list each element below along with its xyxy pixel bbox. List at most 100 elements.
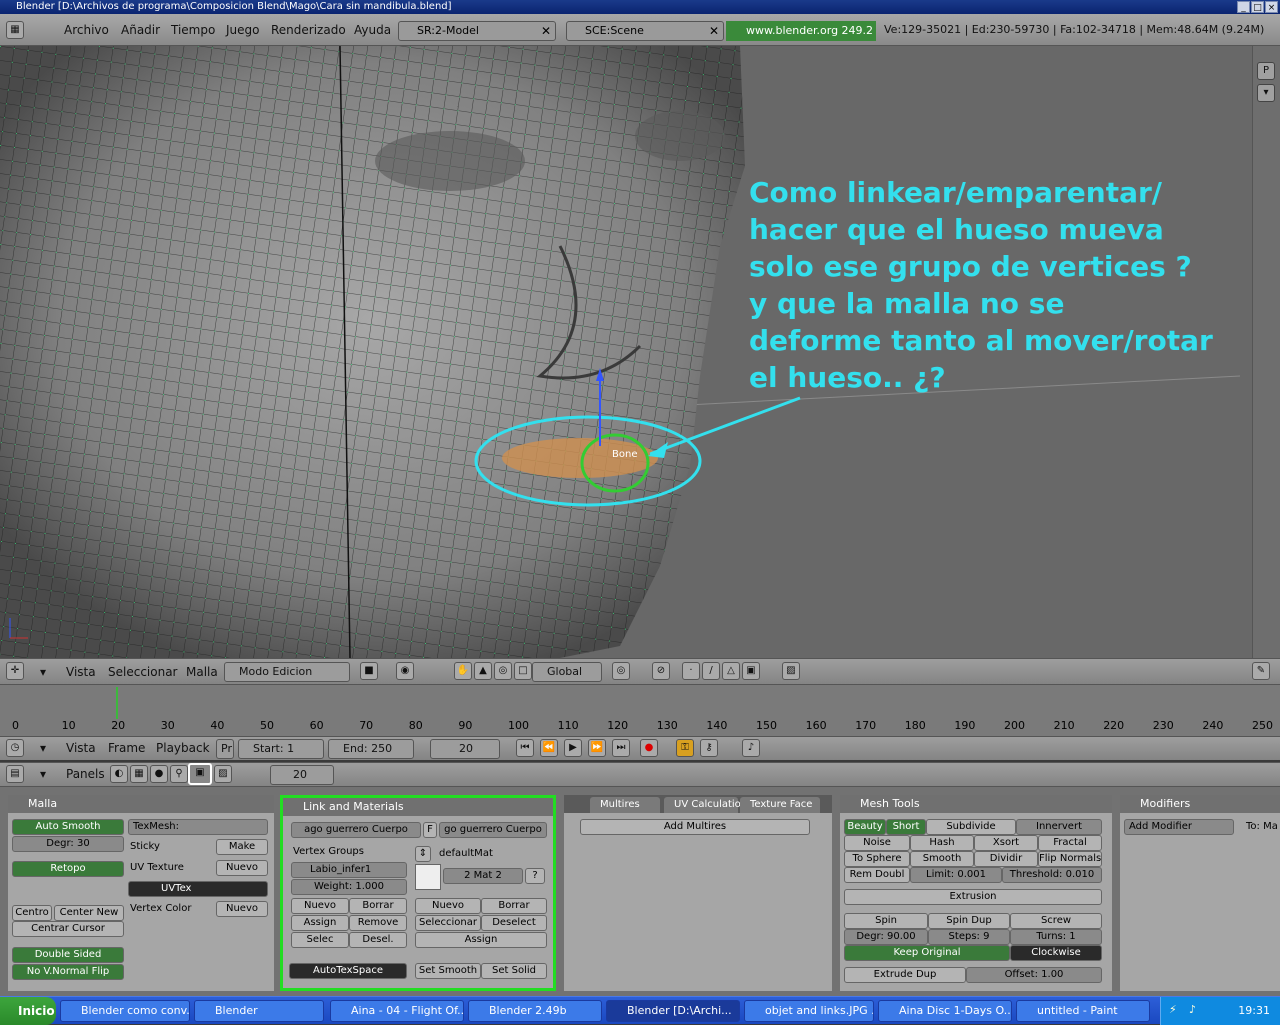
jump-start-icon[interactable]: ⏮ bbox=[516, 739, 534, 757]
spin-degr-field[interactable]: Degr: 90.00 bbox=[844, 929, 928, 945]
mode-dropdown[interactable]: Modo Edicion bbox=[224, 662, 350, 682]
menu-vista[interactable]: Vista bbox=[66, 741, 96, 755]
beauty-toggle[interactable]: Beauty bbox=[844, 819, 886, 835]
keying-set-icon[interactable]: ⚿ bbox=[676, 739, 694, 757]
to-sphere-button[interactable]: To Sphere bbox=[844, 851, 910, 867]
volume-icon[interactable]: ♪ bbox=[1189, 1003, 1196, 1016]
blender-url[interactable]: www.blender.org 249.2 bbox=[726, 21, 876, 41]
task-item[interactable]: Blender bbox=[194, 1000, 324, 1022]
key-icon[interactable]: ⚷ bbox=[700, 739, 718, 757]
logic-icon[interactable]: ◐ bbox=[110, 765, 128, 783]
degr-field[interactable]: Degr: 30 bbox=[12, 836, 124, 852]
audio-icon[interactable]: ♪ bbox=[742, 739, 760, 757]
panel-title[interactable]: Modifiers bbox=[1120, 795, 1280, 813]
menu-archivo[interactable]: Archivo bbox=[64, 23, 109, 37]
task-item[interactable]: Aina - 04 - Flight Of... bbox=[330, 1000, 464, 1022]
smooth-button[interactable]: Smooth bbox=[910, 851, 974, 867]
preview-range-toggle[interactable]: Pr bbox=[216, 739, 234, 759]
vgroup-remove-button[interactable]: Remove bbox=[349, 915, 407, 931]
menu-malla[interactable]: Malla bbox=[186, 665, 218, 679]
play-icon[interactable]: ▶ bbox=[564, 739, 582, 757]
screen-selector[interactable]: SR:2-Model ✕ bbox=[398, 21, 556, 41]
noise-button[interactable]: Noise bbox=[844, 835, 910, 851]
turns-field[interactable]: Turns: 1 bbox=[1010, 929, 1102, 945]
network-icon[interactable]: ⚡ bbox=[1169, 1003, 1177, 1016]
short-toggle[interactable]: Short bbox=[886, 819, 926, 835]
make-button[interactable]: Make bbox=[216, 839, 268, 855]
3d-viewport[interactable]: Bone Como linkear/emparentar/ hacer que … bbox=[0, 46, 1280, 658]
add-modifier-dropdown[interactable]: Add Modifier bbox=[1124, 819, 1234, 835]
material-select-button[interactable]: Seleccionar bbox=[415, 915, 481, 931]
uvtex-field[interactable]: UVTex bbox=[128, 881, 268, 897]
panel-title[interactable]: Link and Materials bbox=[283, 798, 553, 816]
manipulator-hand-icon[interactable]: ✋ bbox=[454, 662, 472, 680]
menu-playback[interactable]: Playback bbox=[156, 741, 210, 755]
script-icon[interactable]: ▦ bbox=[130, 765, 148, 783]
collapse-icon[interactable]: ▾ bbox=[40, 741, 46, 755]
vgroup-assign-button[interactable]: Assign bbox=[291, 915, 349, 931]
material-delete-button[interactable]: Borrar bbox=[481, 898, 547, 914]
pivot-icon[interactable]: ◉ bbox=[396, 662, 414, 680]
panel-title[interactable]: Malla bbox=[8, 795, 274, 813]
set-smooth-button[interactable]: Set Smooth bbox=[415, 963, 481, 979]
steps-field[interactable]: Steps: 9 bbox=[928, 929, 1010, 945]
translate-icon[interactable]: ▲ bbox=[474, 662, 492, 680]
add-multires-button[interactable]: Add Multires bbox=[580, 819, 810, 835]
material-assign-button[interactable]: Assign bbox=[415, 932, 547, 948]
close-button[interactable]: × bbox=[1265, 1, 1278, 13]
offset-field[interactable]: Offset: 1.00 bbox=[966, 967, 1102, 983]
task-item[interactable]: objet and links.JPG ... bbox=[744, 1000, 874, 1022]
start-button[interactable]: Inicio bbox=[0, 997, 56, 1025]
screw-button[interactable]: Screw bbox=[1010, 913, 1102, 929]
xsort-button[interactable]: Xsort bbox=[974, 835, 1038, 851]
auto-smooth-toggle[interactable]: Auto Smooth bbox=[12, 819, 124, 835]
vgroup-delete-button[interactable]: Borrar bbox=[349, 898, 407, 914]
centro-button[interactable]: Centro bbox=[12, 905, 52, 921]
menu-juego[interactable]: Juego bbox=[226, 23, 260, 37]
tab-uv-calculation[interactable]: UV Calculation bbox=[664, 797, 747, 813]
menu-ayuda[interactable]: Ayuda bbox=[354, 23, 391, 37]
centrar-cursor-button[interactable]: Centrar Cursor bbox=[12, 921, 124, 937]
object-datablock-field[interactable]: go guerrero Cuerpo bbox=[439, 822, 547, 838]
close-icon[interactable]: ✕ bbox=[539, 23, 553, 39]
maximize-button[interactable]: □ bbox=[1251, 1, 1264, 13]
keep-original-toggle[interactable]: Keep Original bbox=[844, 945, 1010, 961]
jump-end-icon[interactable]: ⏭ bbox=[612, 739, 630, 757]
material-deselect-button[interactable]: Deselect bbox=[481, 915, 547, 931]
material-help-button[interactable]: ? bbox=[525, 868, 545, 884]
weight-field[interactable]: Weight: 1.000 bbox=[291, 879, 407, 895]
vertex-color-new-button[interactable]: Nuevo bbox=[216, 901, 268, 917]
material-swatch[interactable] bbox=[415, 864, 441, 890]
object-icon[interactable]: ⚲ bbox=[170, 765, 188, 783]
threshold-field[interactable]: Threshold: 0.010 bbox=[1002, 867, 1102, 883]
menu-vista[interactable]: Vista bbox=[66, 665, 96, 679]
rem-doubles-button[interactable]: Rem Doubl bbox=[844, 867, 910, 883]
material-browse-icon[interactable]: ⇕ bbox=[415, 846, 431, 862]
proportional-icon[interactable]: ◎ bbox=[612, 662, 630, 680]
texmesh-field[interactable]: TexMesh: bbox=[128, 819, 268, 835]
scale-icon[interactable]: □ bbox=[514, 662, 532, 680]
no-vnormal-flip-toggle[interactable]: No V.Normal Flip bbox=[12, 964, 124, 980]
next-keyframe-icon[interactable]: ⏩ bbox=[588, 739, 606, 757]
clock-icon[interactable]: ◷ bbox=[6, 739, 24, 757]
dividir-button[interactable]: Dividir bbox=[974, 851, 1038, 867]
rotate-icon[interactable]: ◎ bbox=[494, 662, 512, 680]
window-type-icon[interactable]: ▤ bbox=[6, 765, 24, 783]
current-frame-field[interactable]: 20 bbox=[430, 739, 500, 759]
menu-renderizado[interactable]: Renderizado bbox=[271, 23, 346, 37]
vertex-select-icon[interactable]: · bbox=[682, 662, 700, 680]
frame-field[interactable]: 20 bbox=[270, 765, 334, 785]
vgroup-select-button[interactable]: Selec bbox=[291, 932, 349, 948]
material-index-field[interactable]: 2 Mat 2 bbox=[443, 868, 523, 884]
menu-frame[interactable]: Frame bbox=[108, 741, 145, 755]
menu-seleccionar[interactable]: Seleccionar bbox=[108, 665, 177, 679]
vgroup-new-button[interactable]: Nuevo bbox=[291, 898, 349, 914]
double-sided-toggle[interactable]: Double Sided bbox=[12, 947, 124, 963]
grease-pencil-icon[interactable]: ✎ bbox=[1252, 662, 1270, 680]
end-frame-field[interactable]: End: 250 bbox=[328, 739, 414, 759]
panel-title[interactable]: Mesh Tools bbox=[840, 795, 1112, 813]
timeline[interactable]: 0 10 20 30 40 50 60 70 80 90 100 110 120 130 140 150 160… bbox=[0, 684, 1280, 736]
subdivide-button[interactable]: Subdivide bbox=[926, 819, 1016, 835]
clockwise-toggle[interactable]: Clockwise bbox=[1010, 945, 1102, 961]
shading-icon[interactable]: ■ bbox=[360, 662, 378, 680]
